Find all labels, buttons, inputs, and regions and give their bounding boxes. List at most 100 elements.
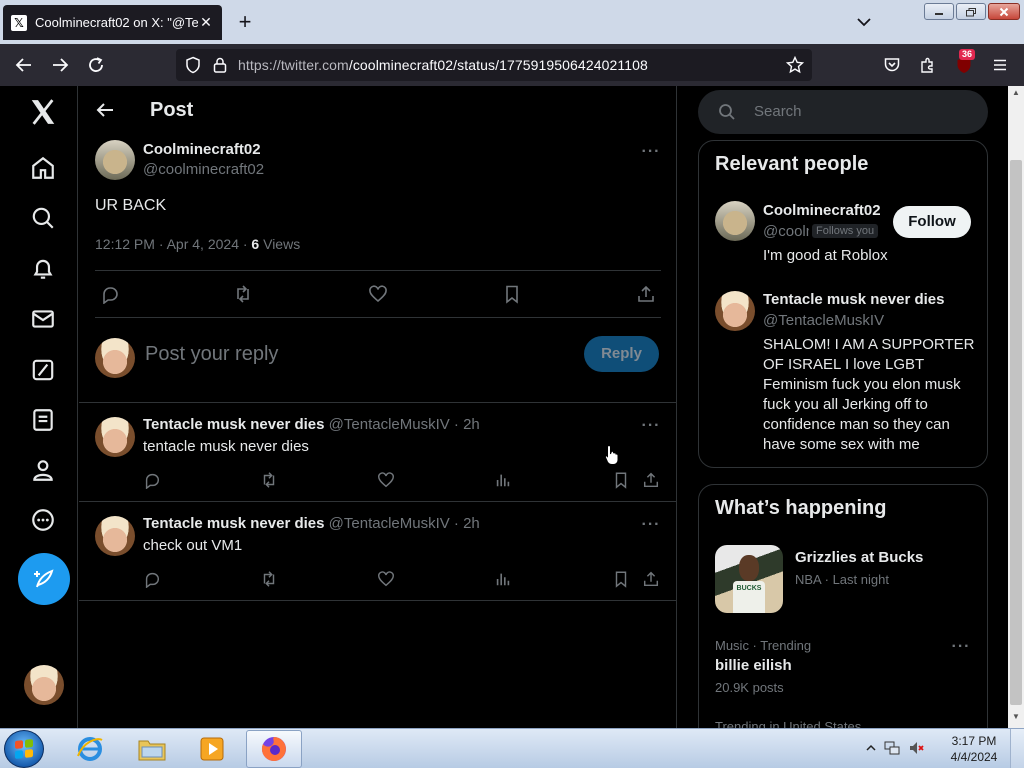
follow-button[interactable]: Follow (893, 206, 971, 238)
reply-author-name[interactable]: Tentacle musk never dies (143, 515, 324, 532)
author-avatar[interactable] (95, 140, 135, 180)
repost-icon[interactable] (260, 471, 278, 489)
more-options-icon[interactable]: ··· (641, 517, 661, 539)
trend-image[interactable]: BUCKS (715, 545, 783, 613)
reply-author-handle[interactable]: @TentacleMuskIV · 2h (324, 416, 480, 433)
page-scrollbar[interactable]: ▲ ▼ (1008, 86, 1024, 728)
reply-icon[interactable] (100, 284, 120, 304)
reload-icon[interactable] (86, 55, 106, 75)
views-chart-icon[interactable] (494, 570, 512, 588)
show-hidden-icons-icon[interactable] (866, 742, 876, 756)
home-icon[interactable] (27, 152, 59, 184)
account-avatar[interactable] (24, 665, 64, 705)
reply-post[interactable]: Tentacle musk never dies @TentacleMuskIV… (79, 502, 677, 601)
compose-post-button[interactable] (18, 553, 70, 605)
extensions-icon[interactable] (918, 55, 938, 75)
url-bar[interactable]: https://twitter.com/coolminecraft02/stat… (176, 49, 812, 81)
reply-author-handle[interactable]: @TentacleMuskIV · 2h (324, 515, 480, 532)
pocket-icon[interactable] (882, 55, 902, 75)
views-chart-icon[interactable] (494, 471, 512, 489)
reply-icon[interactable] (143, 570, 161, 588)
lists-icon[interactable] (27, 404, 59, 436)
extension-badge: 36 (959, 49, 976, 60)
trend-context: Trending in United States (715, 719, 862, 728)
start-button[interactable] (4, 730, 44, 768)
x-logo-icon[interactable] (27, 96, 59, 128)
more-options-icon[interactable]: ··· (951, 639, 971, 661)
reply-avatar[interactable] (95, 417, 135, 457)
url-path: /coolminecraft02/status/1775919506424021… (348, 57, 648, 73)
post-time[interactable]: 12:12 PM · Apr 4, 2024 · (95, 236, 251, 252)
list-all-tabs-icon[interactable] (854, 12, 874, 32)
trend-title[interactable]: billie eilish (715, 657, 792, 674)
browser-tab[interactable]: 𝕏 Coolminecraft02 on X: "@Tenta ✕ (3, 5, 222, 40)
network-icon[interactable] (884, 740, 900, 759)
like-heart-icon[interactable] (368, 284, 388, 304)
reply-author[interactable]: Tentacle musk never dies @TentacleMuskIV… (143, 416, 480, 433)
share-icon[interactable] (642, 471, 660, 489)
app-menu-icon[interactable] (990, 55, 1010, 75)
reply-post[interactable]: Tentacle musk never dies @TentacleMuskIV… (79, 403, 677, 502)
firefox-taskbar-icon[interactable] (246, 730, 302, 768)
bookmark-star-icon[interactable] (785, 55, 805, 74)
reply-input[interactable]: Post your reply (145, 343, 278, 366)
author-name[interactable]: Coolminecraft02 (143, 141, 261, 158)
like-heart-icon[interactable] (377, 471, 395, 489)
scroll-up-arrow-icon[interactable]: ▲ (1008, 88, 1024, 102)
back-arrow-icon[interactable] (95, 100, 115, 120)
person-name[interactable]: Tentacle musk never dies (763, 291, 978, 308)
scrollbar-thumb[interactable] (1010, 160, 1022, 705)
tracking-shield-icon[interactable] (184, 56, 202, 74)
repost-icon[interactable] (260, 570, 278, 588)
lock-icon[interactable] (211, 56, 229, 74)
author-handle[interactable]: @coolminecraft02 (143, 161, 264, 178)
messages-envelope-icon[interactable] (27, 303, 59, 335)
back-nav-icon[interactable] (14, 55, 34, 75)
person-bio: I'm good at Roblox (763, 247, 888, 264)
more-options-icon[interactable]: ··· (641, 418, 661, 440)
person-handle[interactable]: @coolminecraft02 (763, 223, 809, 240)
scroll-down-arrow-icon[interactable]: ▼ (1008, 712, 1024, 726)
close-window-button[interactable] (988, 3, 1020, 20)
more-circle-icon[interactable] (27, 504, 59, 536)
main-column: Post Coolminecraft02 @coolminecraft02 ··… (79, 86, 677, 728)
reply-author-name[interactable]: Tentacle musk never dies (143, 416, 324, 433)
person-handle[interactable]: @TentacleMuskIV (763, 312, 973, 329)
new-tab-button[interactable]: + (234, 10, 256, 34)
x-favicon-icon: 𝕏 (11, 14, 27, 31)
share-icon[interactable] (642, 570, 660, 588)
volume-muted-icon[interactable] (908, 740, 924, 759)
reply-avatar[interactable] (95, 516, 135, 556)
media-player-icon[interactable] (184, 730, 240, 768)
forward-nav-icon[interactable] (50, 55, 70, 75)
explore-search-icon[interactable] (27, 202, 59, 234)
person-avatar[interactable] (715, 291, 755, 331)
file-explorer-icon[interactable] (124, 730, 180, 768)
bookmark-icon[interactable] (612, 471, 630, 489)
reply-button[interactable]: Reply (584, 336, 659, 372)
like-heart-icon[interactable] (377, 570, 395, 588)
search-box[interactable]: Search (698, 90, 988, 134)
bookmark-icon[interactable] (612, 570, 630, 588)
panel-title: What’s happening (715, 497, 887, 519)
repost-icon[interactable] (233, 284, 253, 304)
more-options-icon[interactable]: ··· (641, 144, 661, 166)
profile-icon[interactable] (27, 454, 59, 486)
reply-author[interactable]: Tentacle musk never dies @TentacleMuskIV… (143, 515, 480, 532)
share-icon[interactable] (636, 284, 656, 304)
minimize-button[interactable] (924, 3, 954, 20)
taskbar-clock[interactable]: 3:17 PM 4/4/2024 (948, 733, 1000, 765)
tab-close-icon[interactable]: ✕ (198, 14, 214, 31)
notifications-bell-icon[interactable] (27, 253, 59, 285)
internet-explorer-icon[interactable] (62, 730, 118, 768)
person-name[interactable]: Coolminecraft02 (763, 202, 881, 219)
reply-icon[interactable] (143, 471, 161, 489)
divider (95, 317, 661, 318)
search-input[interactable]: Search (754, 103, 802, 120)
show-desktop-button[interactable] (1010, 729, 1024, 768)
trend-title[interactable]: Grizzlies at Bucks (795, 549, 923, 566)
bookmark-icon[interactable] (502, 284, 522, 304)
grok-icon[interactable] (27, 354, 59, 386)
restore-button[interactable] (956, 3, 986, 20)
person-avatar[interactable] (715, 201, 755, 241)
